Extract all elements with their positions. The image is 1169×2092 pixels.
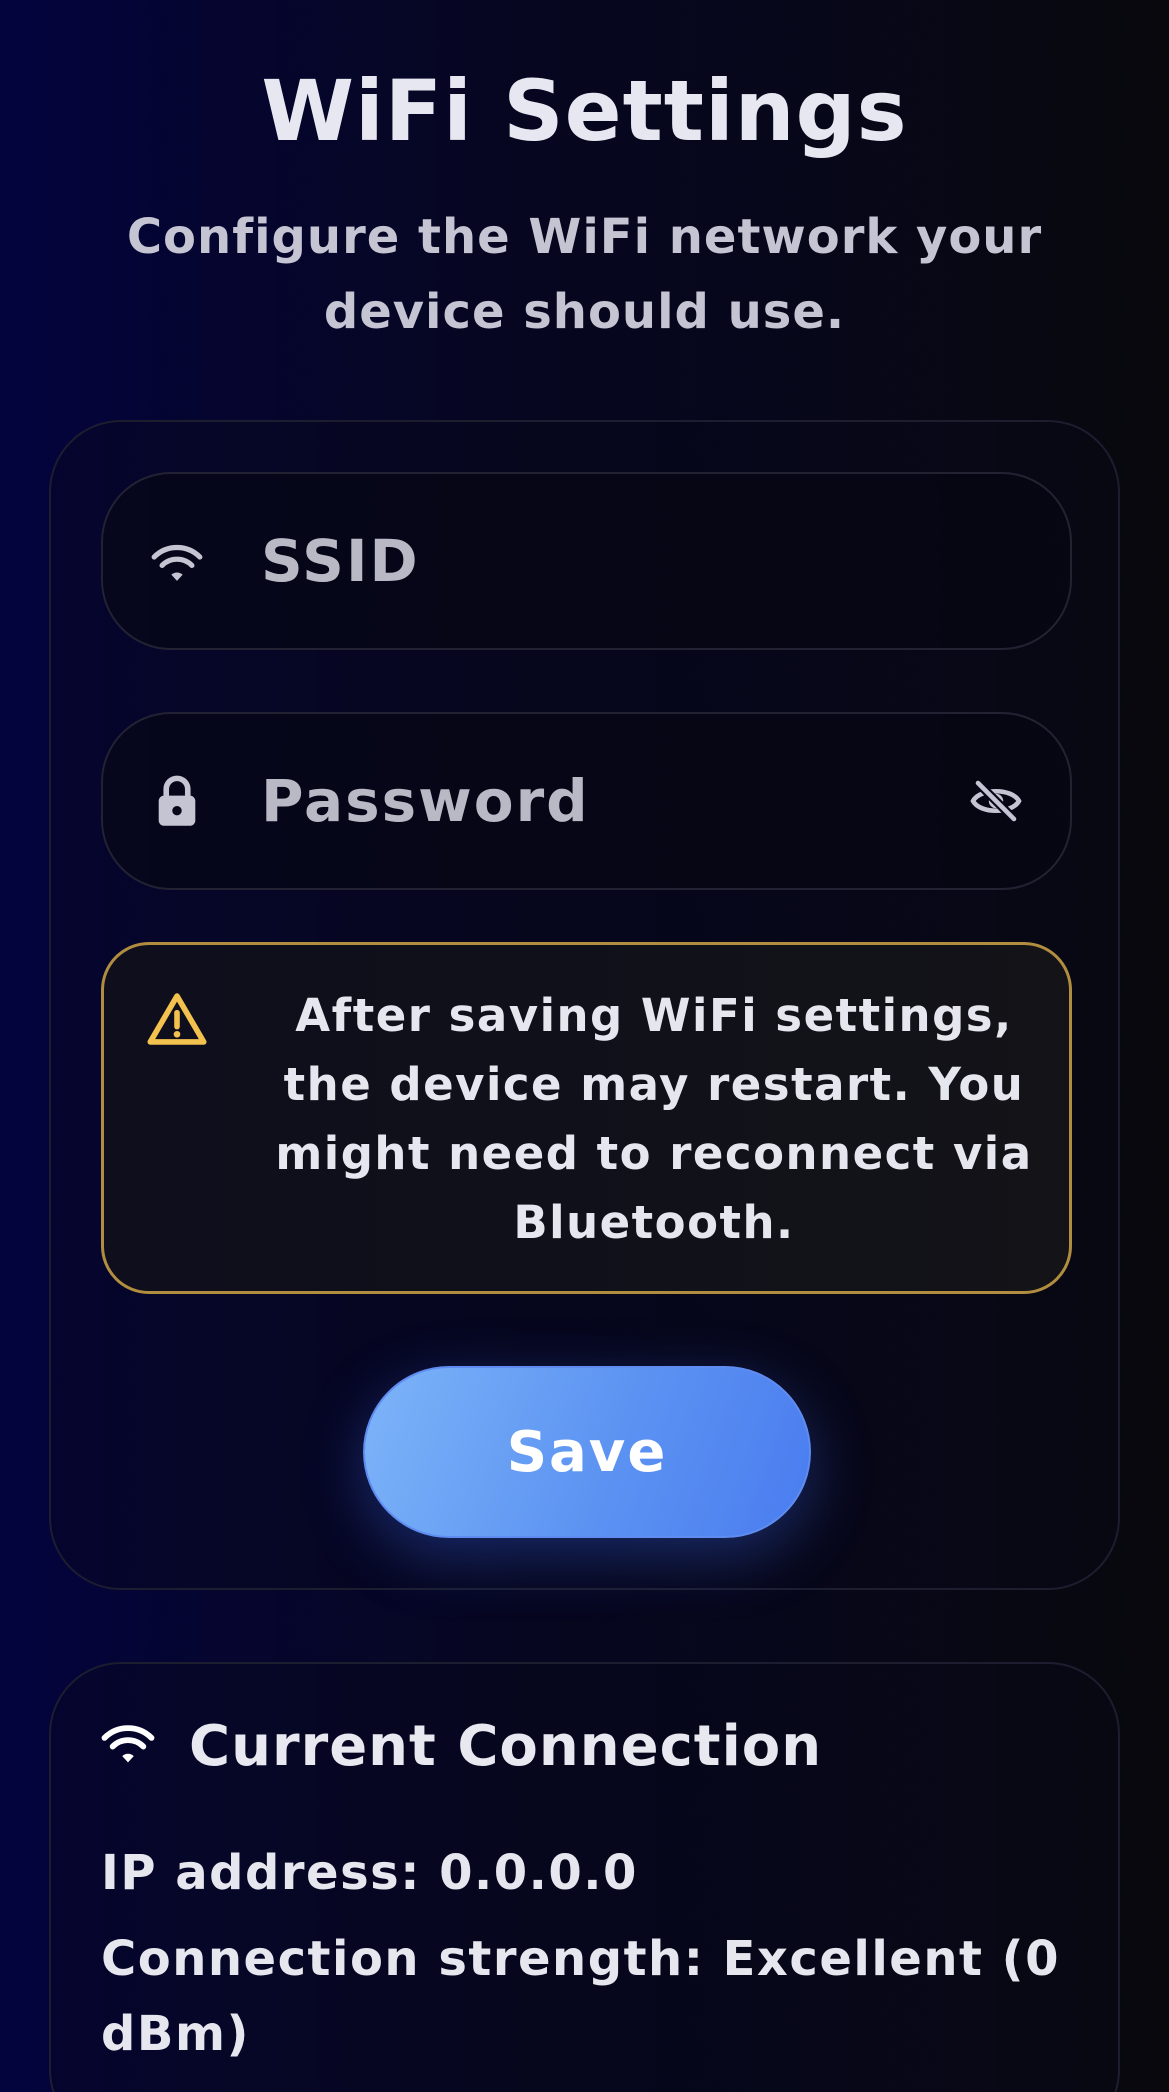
connection-title: Current Connection — [189, 1714, 823, 1779]
wifi-icon — [99, 1718, 157, 1776]
warning-text: After saving WiFi settings, the device m… — [275, 989, 1033, 1249]
wifi-settings-page: WiFi Settings Configure the WiFi network… — [0, 0, 1169, 2092]
lock-icon — [147, 771, 207, 831]
password-input[interactable] — [261, 714, 961, 888]
password-field-container[interactable] — [101, 712, 1072, 890]
connection-header: Current Connection — [99, 1714, 822, 1779]
ssid-field-container[interactable] — [101, 472, 1072, 650]
save-button[interactable]: Save — [363, 1366, 811, 1538]
wifi-icon — [147, 531, 207, 591]
restart-warning: After saving WiFi settings, the device m… — [101, 942, 1072, 1294]
ssid-input[interactable] — [261, 474, 961, 648]
ip-address-text: IP address: 0.0.0.0 — [101, 1845, 638, 1901]
eye-off-icon[interactable] — [966, 771, 1026, 831]
warning-icon — [146, 991, 208, 1053]
page-title: WiFi Settings — [261, 62, 908, 160]
wifi-form-card: After saving WiFi settings, the device m… — [49, 420, 1120, 1590]
connection-strength-text: Connection strength: Excellent (0 dBm) — [101, 1931, 1060, 2062]
page-subtitle: Configure the WiFi network your device s… — [126, 209, 1043, 340]
current-connection-card: Current Connection IP address: 0.0.0.0 C… — [49, 1662, 1120, 2092]
